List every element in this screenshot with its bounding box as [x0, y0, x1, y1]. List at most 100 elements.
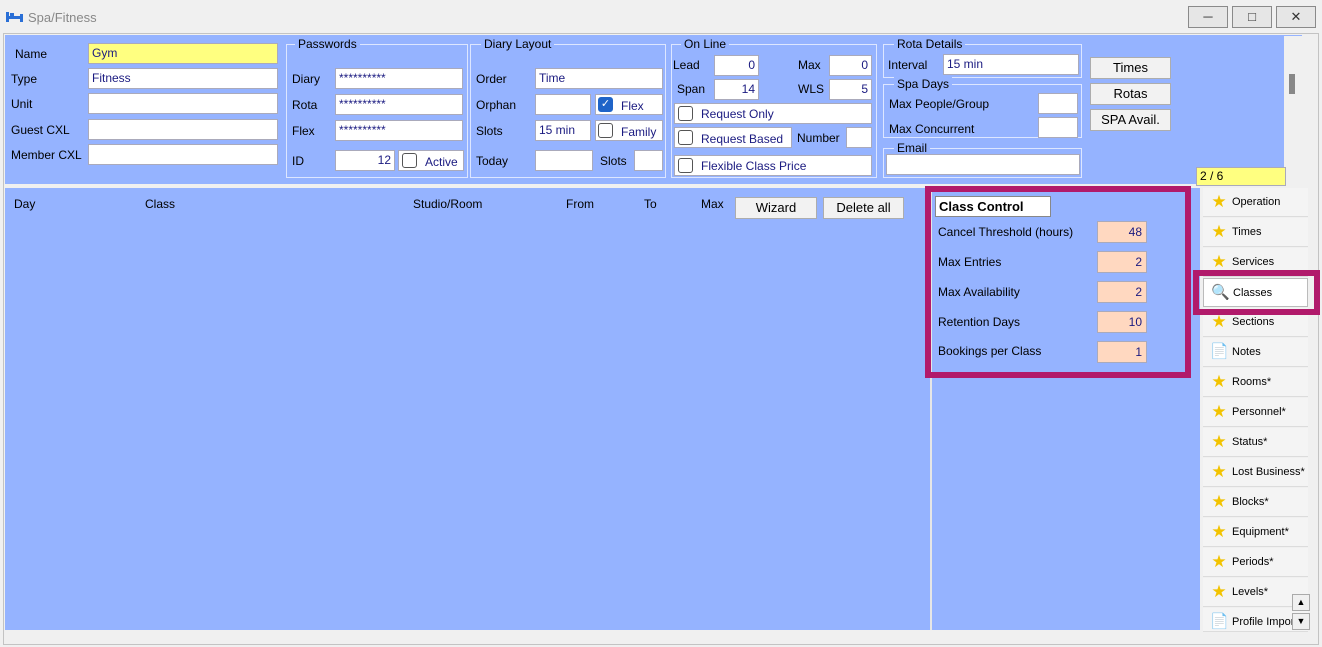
nav-item-label: Rooms*: [1232, 376, 1272, 388]
star-icon: ★: [1211, 582, 1227, 601]
flex-checkbox[interactable]: ✓: [598, 97, 613, 112]
maximize-icon: □: [1248, 9, 1256, 24]
chevron-down-icon: ▼: [1296, 616, 1306, 626]
title-bar: Spa/Fitness ─ □ ✕: [0, 0, 1322, 33]
nav-item-times[interactable]: ★ Times: [1203, 218, 1308, 247]
column-header-from[interactable]: From: [566, 197, 594, 211]
passwords-title: Passwords: [295, 37, 360, 51]
nav-item-label: Periods*: [1232, 556, 1274, 568]
header-scrollbar-thumb[interactable]: [1289, 74, 1295, 94]
type-field[interactable]: Fitness: [88, 68, 278, 89]
delete-all-button[interactable]: Delete all: [823, 197, 904, 219]
max-label: Max: [798, 58, 821, 72]
bookings-per-class-field[interactable]: 1: [1097, 341, 1147, 363]
rota-details-title: Rota Details: [894, 37, 966, 51]
column-header-class[interactable]: Class: [145, 197, 175, 211]
name-field[interactable]: Gym: [88, 43, 278, 64]
times-button[interactable]: Times: [1090, 57, 1171, 79]
wls-label: WLS: [798, 82, 825, 96]
rota-password-field[interactable]: **********: [335, 94, 463, 115]
nav-item-periods[interactable]: ★ Periods*: [1203, 548, 1308, 577]
span-label: Span: [677, 82, 706, 96]
lead-label: Lead: [673, 58, 700, 72]
member-cxl-field[interactable]: [88, 144, 278, 165]
max-concurrent-field[interactable]: [1038, 117, 1078, 138]
wizard-button[interactable]: Wizard: [735, 197, 817, 219]
active-checkbox[interactable]: [402, 153, 417, 168]
unit-label: Unit: [11, 97, 33, 111]
family-checkbox[interactable]: [598, 123, 613, 138]
nav-item-status[interactable]: ★ Status*: [1203, 428, 1308, 457]
wls-field[interactable]: 5: [829, 79, 872, 100]
number-field[interactable]: [846, 127, 872, 148]
header-scrollbar[interactable]: [1284, 36, 1302, 184]
retention-days-label: Retention Days: [938, 315, 1021, 329]
retention-days-field[interactable]: 10: [1097, 311, 1147, 333]
column-header-max[interactable]: Max: [701, 197, 724, 211]
flexible-class-price-checkbox[interactable]: [678, 158, 693, 173]
max-availability-field[interactable]: 2: [1097, 281, 1147, 303]
orphan-label: Orphan: [476, 98, 517, 112]
today-field[interactable]: [535, 150, 593, 171]
slots-field[interactable]: 15 min: [535, 120, 591, 141]
order-label: Order: [476, 72, 507, 86]
lead-field[interactable]: 0: [714, 55, 759, 76]
request-based-checkbox[interactable]: [678, 130, 693, 145]
column-header-to[interactable]: To: [644, 197, 657, 211]
star-icon: ★: [1211, 252, 1227, 271]
order-field[interactable]: Time: [535, 68, 663, 89]
star-icon: ★: [1211, 222, 1227, 241]
close-button[interactable]: ✕: [1276, 6, 1316, 28]
nav-item-label: Status*: [1232, 436, 1268, 448]
close-icon: ✕: [1290, 9, 1302, 24]
email-field[interactable]: [886, 154, 1080, 175]
nav-item-blocks[interactable]: ★ Blocks*: [1203, 488, 1308, 517]
flexible-class-price-label: Flexible Class Price: [701, 159, 807, 173]
slots-label: Slots: [476, 124, 503, 138]
guest-cxl-field[interactable]: [88, 119, 278, 140]
nav-item-rooms[interactable]: ★ Rooms*: [1203, 368, 1308, 397]
nav-scroll-up-button[interactable]: ▲: [1292, 594, 1310, 611]
column-header-studio[interactable]: Studio/Room: [413, 197, 482, 211]
star-icon: ★: [1211, 522, 1227, 541]
nav-item-label: Notes: [1232, 346, 1261, 358]
span-field[interactable]: 14: [714, 79, 759, 100]
column-header-day[interactable]: Day: [14, 197, 35, 211]
flex-label: Flex: [621, 99, 644, 113]
request-only-checkbox[interactable]: [678, 106, 693, 121]
spa-avail-button[interactable]: SPA Avail.: [1090, 109, 1171, 131]
diary-password-field[interactable]: **********: [335, 68, 463, 89]
id-field[interactable]: 12: [335, 150, 395, 171]
nav-item-equipment[interactable]: ★ Equipment*: [1203, 518, 1308, 547]
rotas-button[interactable]: Rotas: [1090, 83, 1171, 105]
email-title: Email: [894, 141, 931, 155]
cancel-threshold-field[interactable]: 48: [1097, 221, 1147, 243]
nav-item-label: Operation: [1232, 196, 1281, 208]
star-icon: ★: [1211, 492, 1227, 511]
nav-item-label: Personnel*: [1232, 406, 1286, 418]
guest-cxl-label: Guest CXL: [11, 123, 70, 137]
star-icon: ★: [1211, 372, 1227, 391]
max-entries-field[interactable]: 2: [1097, 251, 1147, 273]
interval-field[interactable]: 15 min: [943, 54, 1079, 75]
nav-item-label: Services: [1232, 256, 1275, 268]
unit-field[interactable]: [88, 93, 278, 114]
max-field[interactable]: 0: [829, 55, 872, 76]
active-label: Active: [425, 155, 458, 169]
today-slots-field[interactable]: [634, 150, 663, 171]
maximize-button[interactable]: □: [1232, 6, 1272, 28]
online-title: On Line: [681, 37, 730, 51]
flex-password-field[interactable]: **********: [335, 120, 463, 141]
today-slots-label: Slots: [600, 154, 627, 168]
nav-item-personnel[interactable]: ★ Personnel*: [1203, 398, 1308, 427]
orphan-field[interactable]: [535, 94, 591, 115]
max-people-field[interactable]: [1038, 93, 1078, 114]
minimize-button[interactable]: ─: [1188, 6, 1228, 28]
nav-scroll-down-button[interactable]: ▼: [1292, 613, 1310, 630]
nav-item-notes[interactable]: 📄 Notes: [1203, 338, 1308, 367]
document-icon: 📄: [1210, 613, 1229, 630]
flex-password-label: Flex: [292, 124, 315, 138]
nav-item-operation[interactable]: ★ Operation: [1203, 188, 1308, 217]
nav-item-lost-business[interactable]: ★ Lost Business*: [1203, 458, 1308, 487]
id-label: ID: [292, 154, 304, 168]
